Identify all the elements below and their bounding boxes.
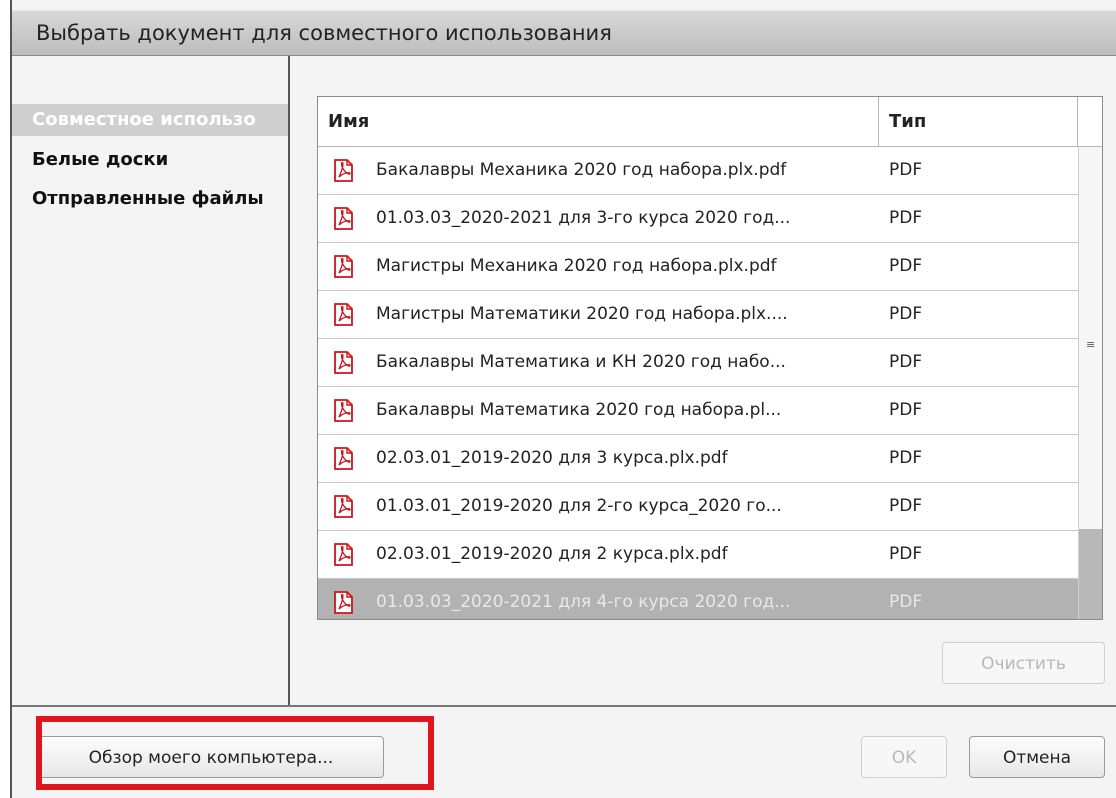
file-name: Магистры Механика 2020 год набора.plx.pd… [376, 256, 777, 276]
pdf-file-icon [334, 303, 353, 326]
table-row[interactable]: Магистры Механика 2020 год набора.plx.pd… [318, 243, 1078, 291]
column-header-name[interactable]: Имя [318, 97, 878, 146]
file-type: PDF [889, 400, 923, 420]
column-divider [1077, 97, 1078, 146]
file-type: PDF [889, 448, 923, 468]
sidebar-item-whiteboards[interactable]: Белые доски [12, 144, 288, 176]
file-name: 01.03.01_2019-2020 для 2-го курса_2020 г… [376, 496, 782, 516]
cancel-button[interactable]: Отмена [969, 736, 1105, 778]
pdf-file-icon [334, 255, 353, 278]
table-row[interactable]: 02.03.01_2019-2020 для 3 курса.plx.pdf PD… [318, 435, 1078, 483]
file-type: PDF [889, 496, 923, 516]
pdf-file-icon [334, 207, 353, 230]
pdf-file-icon [334, 495, 353, 518]
share-document-dialog: Выбрать документ для совместного использ… [10, 0, 1116, 798]
file-name: 01.03.03_2020-2021 для 3-го курса 2020 г… [376, 208, 791, 228]
file-type: PDF [889, 592, 923, 612]
scroll-grip-icon[interactable]: ≡ [1086, 339, 1095, 350]
sidebar-item-sent-files[interactable]: Отправленные файлы [12, 183, 288, 215]
file-name: Бакалавры Математика и КН 2020 год набо.… [376, 352, 786, 372]
ok-button[interactable]: OK [861, 736, 947, 778]
column-header-type[interactable]: Тип [879, 97, 1077, 146]
file-name: 01.03.03_2020-2021 для 4-го курса 2020 г… [376, 592, 791, 612]
table-row[interactable]: 01.03.03_2020-2021 для 3-го курса 2020 г… [318, 195, 1078, 243]
file-type: PDF [889, 544, 923, 564]
table-row[interactable]: 01.03.03_2020-2021 для 4-го курса 2020 г… [318, 579, 1078, 619]
documents-table: Имя Тип Бакалавры Механика 2020 год набо… [317, 96, 1103, 620]
table-row[interactable]: Бакалавры Механика 2020 год набора.plx.p… [318, 147, 1078, 195]
footer-divider [12, 705, 1116, 707]
vertical-scrollbar[interactable]: ≡ [1078, 147, 1102, 619]
highlight-annotation [36, 716, 434, 790]
file-name: 02.03.01_2019-2020 для 3 курса.plx.pdf [376, 448, 728, 468]
source-sidebar: Совместное использо Белые доски Отправле… [12, 56, 290, 706]
sidebar-item-shared[interactable]: Совместное использо [12, 104, 288, 136]
pdf-file-icon [334, 447, 353, 470]
table-row[interactable]: 01.03.01_2019-2020 для 2-го курса_2020 г… [318, 483, 1078, 531]
table-row[interactable]: 02.03.01_2019-2020 для 2 курса.plx.pdf PD… [318, 531, 1078, 579]
file-name: Магистры Математики 2020 год набора.plx.… [376, 304, 788, 324]
pdf-file-icon [334, 399, 353, 422]
table-row[interactable]: Бакалавры Математика 2020 год набора.pl.… [318, 387, 1078, 435]
pdf-file-icon [334, 591, 353, 614]
file-name: Бакалавры Математика 2020 год набора.pl.… [376, 400, 782, 420]
dialog-titlebar[interactable]: Выбрать документ для совместного использ… [12, 10, 1116, 56]
pdf-file-icon [334, 543, 353, 566]
file-type: PDF [889, 352, 923, 372]
file-type: PDF [889, 160, 923, 180]
clear-button[interactable]: Очистить [942, 642, 1105, 684]
file-type: PDF [889, 208, 923, 228]
scroll-thumb[interactable] [1079, 529, 1102, 619]
file-name: 02.03.01_2019-2020 для 2 курса.plx.pdf [376, 544, 728, 564]
table-row[interactable]: Бакалавры Математика и КН 2020 год набо.… [318, 339, 1078, 387]
file-name: Бакалавры Механика 2020 год набора.plx.p… [376, 160, 787, 180]
pdf-file-icon [334, 159, 353, 182]
table-header: Имя Тип [318, 97, 1102, 147]
file-type: PDF [889, 256, 923, 276]
pdf-file-icon [334, 351, 353, 374]
file-type: PDF [889, 304, 923, 324]
table-row[interactable]: Магистры Математики 2020 год набора.plx.… [318, 291, 1078, 339]
dialog-title: Выбрать документ для совместного использ… [36, 21, 612, 45]
